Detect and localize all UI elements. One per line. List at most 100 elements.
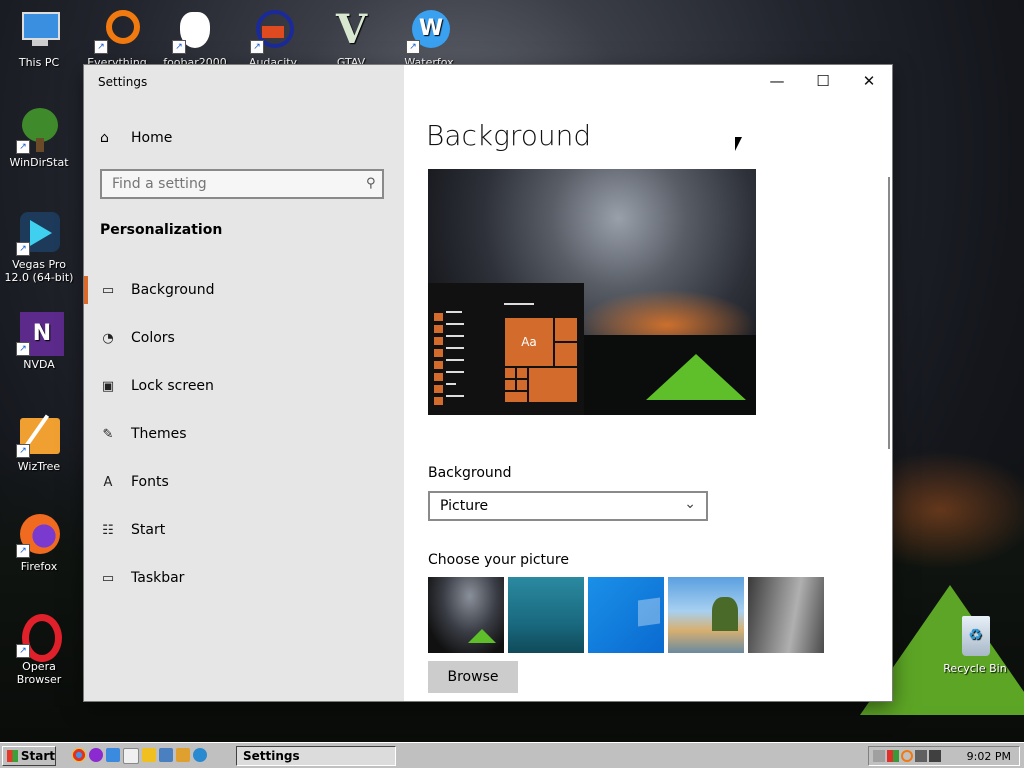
desktop-icon-windirstat[interactable]: ↗ WinDirStat — [2, 108, 76, 169]
sidebar-item-taskbar[interactable]: ▭ Taskbar — [84, 560, 404, 596]
gtav-logo-icon: V — [336, 6, 368, 53]
picture-thumb-4[interactable] — [668, 577, 744, 653]
magnifier-icon: ↗ — [94, 8, 140, 54]
tray-volume-icon[interactable] — [929, 750, 941, 762]
firefox-icon: ↗ — [16, 512, 62, 558]
start-button[interactable]: Start — [2, 746, 56, 766]
picture-thumb-2[interactable] — [508, 577, 584, 653]
document-icon[interactable] — [123, 748, 139, 764]
desktop-icon-recycle-bin[interactable]: ♻ Recycle Bin — [938, 614, 1012, 675]
desktop-icon-waterfox[interactable]: W ↗ Waterfox — [392, 8, 466, 69]
wand-icon: ↗ — [16, 412, 62, 458]
sidebar-item-background[interactable]: ▭ Background — [84, 272, 404, 308]
lock-screen-icon: ▣ — [101, 378, 115, 394]
picture-thumb-3[interactable] — [588, 577, 664, 653]
desktop-icon-vegas-pro[interactable]: ↗ Vegas Pro 12.0 (64-bit) — [2, 210, 76, 284]
folder-icon[interactable] — [176, 748, 190, 762]
active-indicator — [84, 276, 88, 304]
browse-button[interactable]: Browse — [428, 661, 518, 693]
sidebar-item-label: Start — [131, 522, 166, 538]
close-button[interactable]: ✕ — [846, 65, 892, 97]
tray-app-icon[interactable] — [873, 750, 885, 762]
desktop-icon-everything[interactable]: ↗ Everything — [80, 8, 154, 69]
nav-home[interactable]: ⌂ Home — [100, 127, 172, 149]
sidebar-item-themes[interactable]: ✎ Themes — [84, 416, 404, 452]
settings-window: Settings — ☐ ✕ ⌂ Home ⚲ Personalization … — [84, 65, 892, 701]
taskbar-button-settings[interactable]: Settings — [236, 746, 396, 766]
tray-search-icon[interactable] — [901, 750, 913, 762]
sidebar-item-label: Taskbar — [131, 570, 185, 586]
quick-launch — [72, 748, 207, 764]
tray-network-icon[interactable] — [915, 750, 927, 762]
shortcut-arrow-icon: ↗ — [172, 40, 186, 54]
shortcut-arrow-icon: ↗ — [406, 40, 420, 54]
sidebar-item-start[interactable]: ☷ Start — [84, 512, 404, 548]
start-label: Start — [20, 749, 55, 763]
recycle-bin-icon: ♻ — [952, 614, 998, 660]
home-icon: ⌂ — [100, 130, 109, 146]
desktop-icon-this-pc[interactable]: This PC — [2, 8, 76, 69]
nvda-logo-icon: N ↗ — [16, 310, 64, 356]
sidebar-item-label: Fonts — [131, 474, 169, 490]
sidebar-item-lock-screen[interactable]: ▣ Lock screen — [84, 368, 404, 404]
desktop-icon-opera[interactable]: ↗ Opera Browser — [2, 612, 76, 686]
window-title: Settings — [98, 75, 148, 89]
desktop-icon-wiztree[interactable]: ↗ WizTree — [2, 412, 76, 473]
headphones-icon: ↗ — [250, 8, 296, 54]
waterfox-icon: W ↗ — [406, 8, 452, 54]
desktop-icon-gtav[interactable]: V GTAV — [314, 6, 388, 70]
shortcut-arrow-icon: ↗ — [16, 140, 30, 154]
preview-tile-aa: Aa — [504, 317, 554, 367]
scrollbar[interactable] — [888, 177, 890, 449]
tray-windows-icon[interactable] — [887, 750, 899, 762]
maximize-icon: ☐ — [816, 72, 830, 90]
shortcut-arrow-icon: ↗ — [250, 40, 264, 54]
taskbar: Start Settings 9:02 PM — [0, 742, 1024, 768]
monitor-icon — [16, 8, 62, 54]
tree-icon: ↗ — [16, 108, 62, 154]
sidebar-item-label: Background — [131, 282, 215, 298]
desktop-icon-firefox[interactable]: ↗ Firefox — [2, 512, 76, 573]
background-select-value: Picture — [440, 498, 489, 514]
sidebar-item-colors[interactable]: ◔ Colors — [84, 320, 404, 356]
mouse-cursor — [735, 137, 742, 151]
section-title: Personalization — [100, 222, 223, 238]
fonts-icon: A — [103, 474, 113, 490]
fox-face-icon: ↗ — [172, 8, 218, 54]
browser-icon[interactable] — [89, 748, 103, 762]
desktop-icon-nvda[interactable]: N ↗ NVDA — [2, 310, 76, 371]
wand-icon[interactable] — [142, 748, 156, 762]
picture-thumb-1[interactable] — [428, 577, 504, 653]
palette-icon: ◔ — [102, 330, 114, 346]
window-icon[interactable] — [159, 748, 173, 762]
sidebar-item-fonts[interactable]: A Fonts — [84, 464, 404, 500]
minimize-button[interactable]: — — [754, 65, 800, 97]
themes-icon: ✎ — [102, 426, 114, 442]
search-icon: ⚲ — [366, 176, 376, 191]
picture-thumb-5[interactable] — [748, 577, 824, 653]
maximize-button[interactable]: ☐ — [800, 65, 846, 97]
desktop-icon-foobar2000[interactable]: ↗ foobar2000 — [158, 8, 232, 69]
shortcut-arrow-icon: ↗ — [16, 444, 30, 458]
system-tray: 9:02 PM — [868, 746, 1020, 766]
search-input[interactable] — [100, 169, 384, 199]
image-icon: ▭ — [101, 282, 115, 298]
shortcut-arrow-icon: ↗ — [94, 40, 108, 54]
sidebar-item-label: Lock screen — [131, 378, 214, 394]
edge-icon[interactable] — [193, 748, 207, 762]
start-icon: ☷ — [102, 522, 114, 538]
clock[interactable]: 9:02 PM — [967, 750, 1011, 763]
sidebar-item-label: Colors — [131, 330, 175, 346]
monitor-icon[interactable] — [106, 748, 120, 762]
close-icon: ✕ — [862, 72, 876, 90]
play-icon: ↗ — [16, 210, 62, 256]
shortcut-arrow-icon: ↗ — [16, 644, 30, 658]
sidebar-item-label: Themes — [131, 426, 187, 442]
choose-picture-label: Choose your picture — [428, 552, 569, 568]
desktop-icon-audacity[interactable]: ↗ Audacity — [236, 8, 310, 69]
nav-home-label: Home — [131, 130, 173, 146]
shortcut-arrow-icon: ↗ — [16, 544, 30, 558]
preview-tiles: Aa — [504, 317, 578, 403]
background-select[interactable]: Picture ⌄ — [428, 491, 708, 521]
chrome-icon[interactable] — [72, 748, 86, 762]
